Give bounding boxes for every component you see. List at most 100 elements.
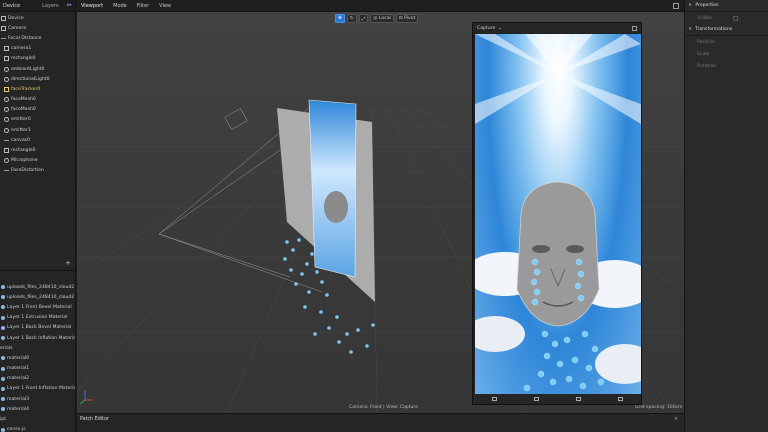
menu-viewport[interactable]: Viewport [81,3,103,9]
video-icon[interactable] [491,397,497,401]
material-icon [1,407,5,412]
scene-item-label: camera1 [11,46,32,52]
light-icon [4,76,9,82]
asset-item[interactable]: Layer 1 Front Bevel Material [0,302,75,312]
asset-item-label: ipt [0,417,6,423]
panel-options-icon[interactable]: ▸▸ [64,0,75,11]
tab-device[interactable]: Device [0,0,24,11]
scene-item[interactable]: Device [0,13,75,23]
scene-item[interactable]: faceTracker0 [0,84,75,94]
asset-item-label: material3 [7,396,30,402]
asset-item[interactable]: uploads_files_248410_cloud2 [0,282,75,292]
popout-icon[interactable] [632,25,637,31]
sky-plane[interactable] [308,99,357,278]
asset-item[interactable]: Layer 1 Front Inflation Material [0,384,76,394]
left-eye [532,245,550,253]
close-icon[interactable]: × [674,417,678,422]
scene-item[interactable]: directionalLight0 [0,74,75,84]
scene-item[interactable]: rectangle0 [0,54,75,64]
settings-icon[interactable] [617,397,623,401]
screenshot-icon[interactable] [533,397,539,401]
device-icon [1,15,6,21]
emitter-icon [4,127,9,133]
scene-item[interactable]: faceMesh0 [0,95,75,105]
scene-item-label: Device [8,15,24,21]
scene-item-label: emitter1 [11,127,31,133]
scene-item-label: rectangle0 [11,56,36,62]
asset-item[interactable]: material4 [0,404,75,414]
menu-mode[interactable]: Mode [113,3,127,9]
asset-item[interactable]: material2 [0,374,75,384]
asset-item-label: material0 [7,355,30,361]
scene-item[interactable]: emitter1 [0,125,75,135]
asset-item[interactable]: Layer 1 Extrusion Material [0,313,75,323]
capture-title[interactable]: Capture [477,26,495,31]
mesh-icon [4,97,9,103]
local-label: Local [378,16,391,21]
asset-item[interactable]: Layer 1 Back Bevel Material [0,323,75,333]
asset-item-label: cense.js [7,427,26,432]
asset-item[interactable]: material0 [0,353,75,363]
menu-filter[interactable]: Filter [137,3,149,9]
scene-item[interactable]: ambientLight0 [0,64,75,74]
asset-item-label: Layer 1 Front Inflation Material [7,386,76,392]
scale-tool-icon[interactable]: ⤢ [358,14,369,23]
asset-item[interactable]: ipt [0,414,75,424]
capture-footer [473,394,641,404]
transformations-header[interactable]: ▾ Transformations [685,24,768,36]
scene-item-label: Microphone [11,158,38,164]
maximize-icon[interactable] [673,2,679,9]
microphone-icon [4,158,9,164]
scene-panel: Device Layers ▸▸ Device Camera Focal Dista… [0,0,76,432]
asset-item-label: erials [0,345,13,351]
grid-spacing-label: Grid spacing: 100cm [635,405,683,410]
asset-item[interactable]: uploads_files_248410_cloud2 [0,292,75,302]
scene-item-label: FaceDistortion [11,168,44,174]
asset-item[interactable]: material3 [0,394,75,404]
position-label: Position [697,39,715,45]
transform-toolbar: ✥ ↻ ⤢ ◎ Local ⊡ Pivot [335,14,419,23]
rotation-row: Rotation [685,60,768,72]
emitter-icon [4,117,9,123]
light-rays [475,34,641,124]
tab-layers[interactable]: Layers [39,0,63,11]
patch-editor-bar[interactable]: Patch Editor × [77,413,684,432]
device-icon[interactable] [575,397,581,401]
material-icon [1,325,5,330]
capture-window[interactable]: Capture ⌄ [472,22,642,405]
scene-item[interactable]: Focal Distance [0,33,75,43]
menu-view[interactable]: View [159,3,171,9]
local-button[interactable]: ◎ Local [370,14,394,23]
properties-title: Properties [695,3,719,8]
transformations-title: Transformations [695,27,733,32]
scene-item[interactable]: Microphone [0,156,75,166]
scene-item[interactable]: canvas0 [0,135,75,145]
face-mesh-preview[interactable] [324,191,348,223]
asset-item-label: Layer 1 Back Bevel Material [7,325,72,331]
asset-item-label: material4 [7,406,30,412]
pivot-button[interactable]: ⊡ Pivot [395,14,419,23]
scene-item[interactable]: rectangle0 [0,145,75,155]
properties-header[interactable]: ▾ Properties [685,0,768,12]
scene-item[interactable]: camera1 [0,44,75,54]
scene-item-label: faceMesh0 [11,97,36,103]
asset-item-label: uploads_files_248410_cloud2 [7,284,75,290]
scene-item[interactable]: FaceDistortion [0,166,75,176]
chevron-down-icon[interactable]: ⌄ [498,26,502,31]
rotate-tool-icon[interactable]: ↻ [346,14,357,23]
scene-item[interactable]: faceMesh0 [0,105,75,115]
scene-item-label: rectangle0 [11,148,36,154]
camera-icon [4,46,9,52]
move-tool-icon[interactable]: ✥ [335,14,345,23]
add-object-button[interactable]: + [65,259,71,267]
scene-item[interactable]: emitter0 [0,115,75,125]
asset-item[interactable]: cense.js [0,425,75,432]
position-row: Position [685,36,768,48]
face-tracker-icon [4,86,9,92]
scene-item[interactable]: Camera [0,23,75,33]
properties-panel: ▾ Properties Visible ▾ Transformations P… [684,0,768,432]
asset-item[interactable]: material1 [0,364,75,374]
visible-checkbox[interactable] [733,15,738,21]
asset-item[interactable]: erials [0,343,75,353]
asset-item[interactable]: Layer 1 Back Inflation Material [0,333,75,343]
